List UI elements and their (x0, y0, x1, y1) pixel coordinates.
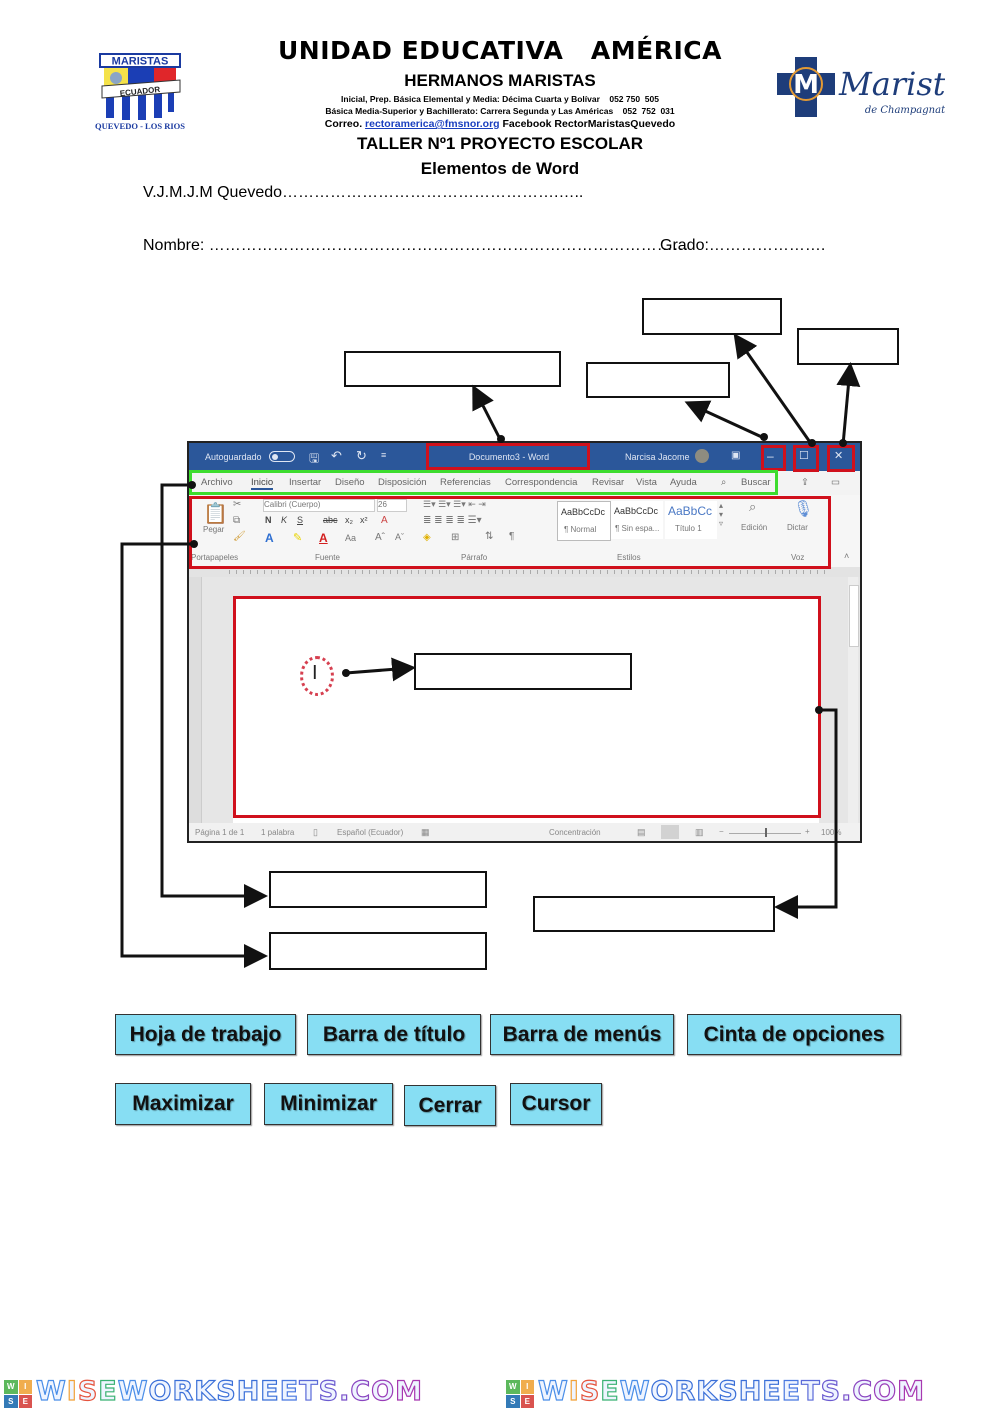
word-chip-maximizar[interactable]: Maximizar (115, 1083, 251, 1125)
wise-logo-icon: WISE (4, 1380, 32, 1408)
word-chip-barra-de-titulo[interactable]: Barra de título (307, 1014, 481, 1055)
arrow-menu-bar (160, 483, 268, 908)
arrow-worksheet (774, 708, 838, 919)
watermark-text-2: WISEWORKSHEETS.COM (537, 1375, 925, 1407)
arrow-ribbon (120, 542, 268, 968)
watermark-text-1: WISEWORKSHEETS.COM (35, 1375, 423, 1407)
word-chip-barra-de-menus[interactable]: Barra de menús (490, 1014, 674, 1055)
arrow-close (836, 362, 861, 446)
arrow-title-bar (472, 384, 503, 442)
watermark-footer: WISE WISEWORKSHEETS.COM WISE WISEWORKSHE… (0, 1372, 1000, 1412)
arrow-cursor (345, 657, 416, 682)
word-chip-cursor[interactable]: Cursor (510, 1083, 602, 1125)
arrow-minimize (684, 400, 765, 440)
connector-arrows (120, 333, 861, 968)
wise-logo-icon: WISE (506, 1380, 534, 1408)
word-chip-hoja-de-trabajo[interactable]: Hoja de trabajo (115, 1014, 296, 1055)
word-chip-cerrar[interactable]: Cerrar (404, 1085, 496, 1126)
word-chip-cinta-de-opciones[interactable]: Cinta de opciones (687, 1014, 901, 1055)
word-chip-minimizar[interactable]: Minimizar (264, 1083, 393, 1125)
arrow-maximize (733, 333, 814, 446)
